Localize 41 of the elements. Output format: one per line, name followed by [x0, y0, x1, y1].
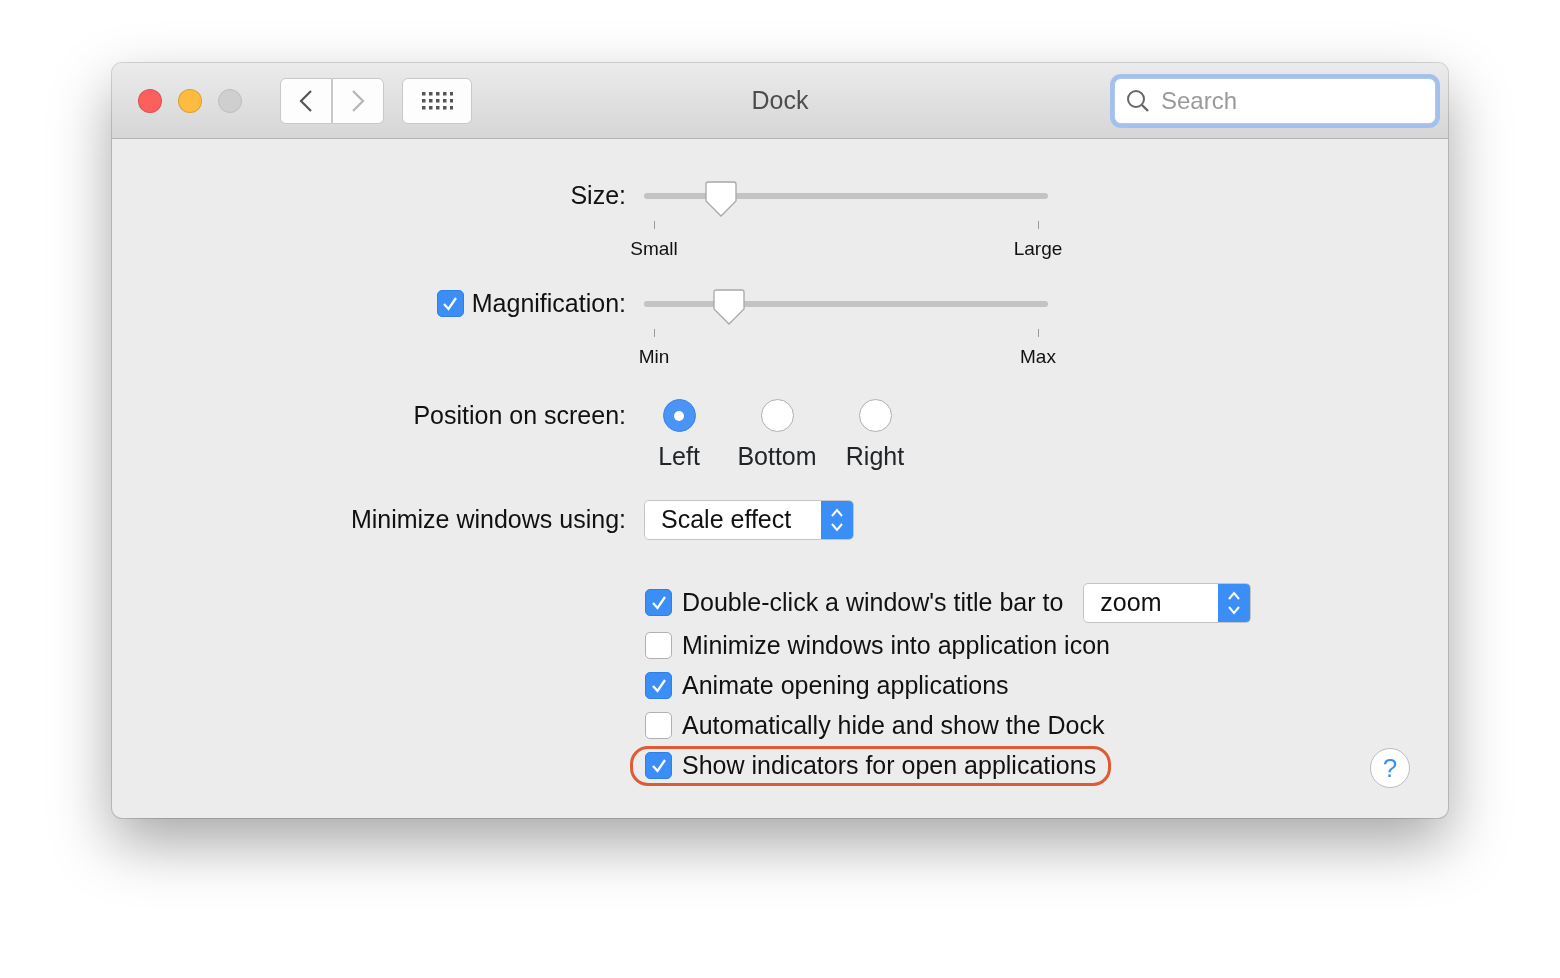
tick-label: Large [1013, 236, 1063, 261]
stepper-icon [821, 500, 853, 539]
radio-label: Bottom [737, 441, 817, 472]
option-label: Animate opening applications [682, 669, 1009, 701]
back-button[interactable] [280, 77, 332, 124]
search-icon [1126, 88, 1150, 113]
tick-label: Small [630, 236, 678, 261]
option-label: Double-click a window's title bar to [682, 586, 1064, 618]
minimize-button[interactable] [178, 88, 202, 113]
radio-label: Left [658, 441, 700, 472]
option-label: Minimize windows into application icon [682, 629, 1110, 661]
radio-button[interactable] [760, 399, 794, 432]
checkbox[interactable] [645, 712, 672, 739]
magnification-label: Magnification: [471, 288, 626, 319]
chevron-right-icon [351, 88, 365, 113]
tick-label: Max [1020, 344, 1056, 369]
radio-label: Right [845, 441, 905, 472]
close-button[interactable] [138, 88, 162, 113]
option-label: Automatically hide and show the Dock [682, 709, 1105, 741]
slider-thumb[interactable] [703, 180, 738, 217]
effect-popup[interactable]: Scale effect [644, 499, 854, 540]
size-label: Size: [569, 180, 627, 211]
radio-button[interactable] [858, 399, 892, 432]
slider-thumb[interactable] [711, 288, 746, 325]
stepper-icon [1218, 583, 1251, 622]
search-field[interactable]: Search [1114, 77, 1436, 124]
checkbox[interactable] [645, 672, 672, 699]
option-label: Show indicators for open applications [682, 749, 1097, 781]
show-all-button[interactable] [402, 77, 472, 124]
grid-icon [421, 90, 453, 111]
action-popup[interactable]: zoom [1083, 582, 1252, 623]
checkbox[interactable] [645, 632, 672, 659]
checkbox[interactable] [436, 290, 464, 318]
radio-button[interactable] [662, 399, 696, 432]
minimize-effect-label: Minimize windows using: [349, 503, 627, 535]
window-title: Dock [751, 85, 809, 114]
checkbox[interactable] [645, 589, 672, 616]
checkbox[interactable] [645, 752, 672, 779]
position-label: Position on screen: [412, 400, 627, 431]
tick-label: Min [638, 344, 670, 369]
chevron-left-icon [299, 88, 313, 113]
